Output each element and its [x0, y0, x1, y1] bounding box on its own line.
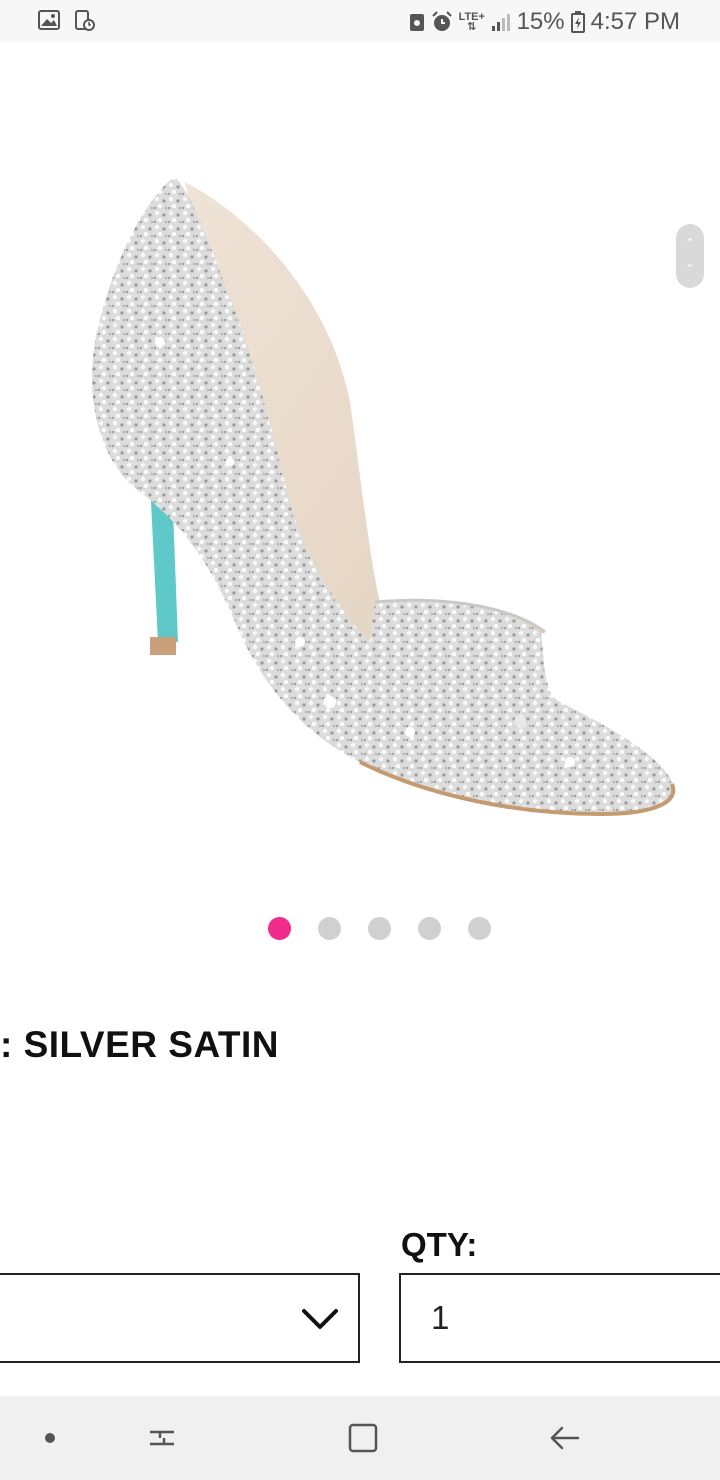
- product-image-carousel[interactable]: ⌃ ⌄: [0, 42, 720, 892]
- alarm-icon: [431, 11, 452, 31]
- battery-icon: [570, 11, 585, 33]
- dot-icon[interactable]: [28, 1416, 72, 1460]
- status-left-icons: [38, 10, 96, 32]
- size-select[interactable]: [0, 1273, 360, 1363]
- product-image: [92, 177, 676, 817]
- signal-icon: [491, 14, 510, 31]
- device-icon: [409, 14, 424, 31]
- carousel-dot[interactable]: [418, 917, 441, 940]
- gallery-icon: [38, 10, 60, 30]
- battery-percent: 15%: [516, 8, 565, 35]
- carousel-dot[interactable]: [368, 917, 391, 940]
- carousel-dot[interactable]: [318, 917, 341, 940]
- navigation-bar: [0, 1396, 720, 1480]
- qty-label: QTY:: [401, 1226, 478, 1263]
- carousel-dots: [268, 917, 491, 940]
- scroll-handle[interactable]: ⌃ ⌄: [676, 224, 704, 288]
- chevron-down-icon: ⌄: [684, 256, 696, 270]
- qty-input[interactable]: 1: [399, 1273, 720, 1363]
- carousel-dot[interactable]: [268, 917, 291, 940]
- color-label: : SILVER SATIN: [0, 1024, 280, 1065]
- back-icon[interactable]: [542, 1416, 586, 1460]
- status-bar: LTE+ ⇅ 15% 4:57 PM: [0, 0, 720, 42]
- screenshot-icon: [75, 10, 95, 31]
- carousel-dot[interactable]: [468, 917, 491, 940]
- chevron-down-icon: [302, 1309, 338, 1329]
- product-page: LTE+ ⇅ 15% 4:57 PM ⌃ ⌄: SILVER SATIN QT…: [0, 0, 720, 1480]
- status-right: LTE+ ⇅ 15% 4:57 PM: [409, 8, 680, 36]
- chevron-up-icon: ⌃: [684, 236, 696, 250]
- home-icon[interactable]: [341, 1416, 385, 1460]
- clock: 4:57 PM: [590, 8, 680, 35]
- lte-icon: LTE+ ⇅: [458, 11, 485, 33]
- recent-apps-icon[interactable]: [140, 1416, 184, 1460]
